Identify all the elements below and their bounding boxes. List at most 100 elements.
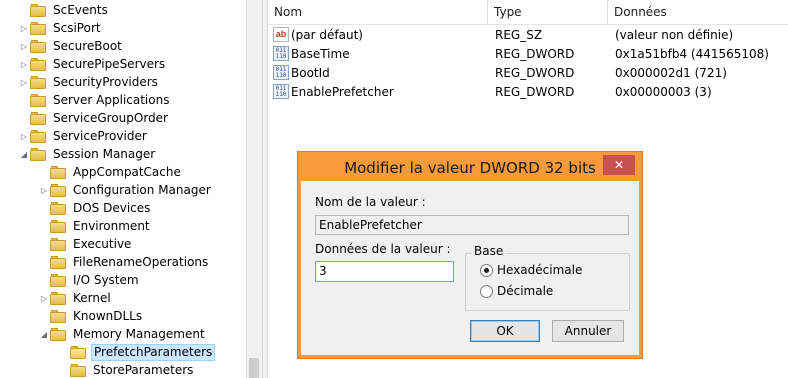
binary-value-icon: 011 110: [273, 46, 289, 61]
folder-icon: [30, 21, 46, 35]
tree-item[interactable]: ▷ ScsiPort: [18, 19, 103, 37]
value-name: EnablePrefetcher: [291, 84, 394, 99]
folder-icon: [50, 309, 66, 323]
folder-icon: [50, 165, 66, 179]
close-button[interactable]: ✕: [603, 155, 635, 175]
folder-icon: [50, 273, 66, 287]
radio-button[interactable]: [480, 284, 493, 298]
base-groupbox: [465, 253, 630, 311]
value-type: REG_SZ: [495, 27, 543, 42]
tree-item[interactable]: Environment: [38, 217, 152, 235]
tree-item[interactable]: ▷ Kernel: [38, 289, 113, 307]
tree-item[interactable]: ▷ SecureBoot: [18, 37, 124, 55]
dialog-titlebar[interactable]: Modifier la valeur DWORD 32 bits ✕: [301, 155, 639, 181]
value-data: 0x00000003 (3): [615, 84, 712, 99]
registry-tree[interactable]: ScEvents ▷ ScsiPort ▷ SecureBoot ▷ SecurePipeS…: [0, 0, 262, 378]
expand-arrow-icon[interactable]: ▷: [18, 127, 30, 145]
folder-icon: [30, 147, 46, 161]
tree-item[interactable]: ScEvents: [18, 1, 110, 19]
tree-item[interactable]: KnownDLLs: [38, 307, 144, 325]
value-row[interactable]: 011 110 BootId REG_DWORD 0x000002d1 (721): [268, 63, 788, 82]
list-header: Nom Type Données: [268, 0, 788, 25]
value-data-label: Données de la valeur :: [315, 242, 451, 256]
tree-item[interactable]: I/O System: [38, 271, 141, 289]
value-name-label: Nom de la valeur :: [315, 195, 426, 209]
folder-icon: [30, 111, 46, 125]
column-header-type[interactable]: Type: [488, 0, 608, 25]
tree-item[interactable]: Executive: [38, 235, 133, 253]
tree-item-label: Configuration Manager: [73, 183, 211, 197]
radio-button-checked[interactable]: [480, 263, 493, 277]
folder-icon: [30, 57, 46, 71]
tree-item[interactable]: FileRenameOperations: [38, 253, 210, 271]
cancel-button[interactable]: Annuler: [552, 320, 624, 342]
value-data-input[interactable]: 3: [315, 261, 454, 282]
tree-item[interactable]: ▷ ServiceProvider: [18, 127, 149, 145]
value-name: BootId: [291, 65, 330, 80]
value-data: 0x1a51bfb4 (441565108): [615, 46, 769, 61]
value-row[interactable]: ab (par défaut) REG_SZ (valeur non défin…: [268, 25, 788, 44]
tree-item[interactable]: ▷ SecurityProviders: [18, 73, 160, 91]
value-type: REG_DWORD: [495, 46, 575, 61]
tree-item-label: Server Applications: [53, 93, 170, 107]
tree-item[interactable]: PrefetchParameters: [58, 343, 216, 361]
binary-value-icon: 011 110: [273, 84, 289, 99]
folder-icon: [30, 3, 46, 17]
expand-arrow-icon[interactable]: ▷: [18, 37, 30, 55]
tree-item[interactable]: ▷ Configuration Manager: [38, 181, 213, 199]
tree-item[interactable]: StoreParameters: [58, 361, 195, 378]
tree-item-label: Kernel: [73, 291, 111, 305]
tree-item[interactable]: DOS Devices: [38, 199, 152, 217]
tree-item-label: SecurityProviders: [53, 75, 158, 89]
value-name: BaseTime: [291, 46, 350, 61]
collapse-arrow-icon[interactable]: ◢: [18, 145, 30, 163]
tree-item[interactable]: ▷ SecurePipeServers: [18, 55, 167, 73]
folder-icon: [30, 75, 46, 89]
folder-icon: [50, 255, 66, 269]
tree-item-label: DOS Devices: [73, 201, 151, 215]
value-row[interactable]: 011 110 EnablePrefetcher REG_DWORD 0x0000…: [268, 82, 788, 101]
string-value-icon: ab: [273, 27, 289, 42]
expand-arrow-icon[interactable]: ▷: [18, 19, 30, 37]
radio-decimal-label: Décimale: [497, 284, 554, 298]
expand-arrow-icon[interactable]: ▷: [38, 181, 50, 199]
collapse-arrow-icon[interactable]: ◢: [38, 325, 50, 343]
expand-arrow-icon[interactable]: ▷: [18, 73, 30, 91]
edit-dword-dialog: Modifier la valeur DWORD 32 bits ✕ Nom d…: [297, 151, 643, 359]
dialog-title: Modifier la valeur DWORD 32 bits: [344, 159, 596, 177]
radio-decimal[interactable]: Décimale: [480, 284, 553, 298]
tree-item[interactable]: ServiceGroupOrder: [18, 109, 170, 127]
radio-hexadecimal[interactable]: Hexadécimale: [480, 263, 582, 277]
tree-item[interactable]: ◢ Session Manager: [18, 145, 157, 163]
tree-item-label: I/O System: [73, 273, 139, 287]
tree-item-label: KnownDLLs: [73, 309, 143, 323]
folder-icon: [50, 219, 66, 233]
tree-item-label: ServiceProvider: [53, 129, 147, 143]
tree-item-label: FileRenameOperations: [73, 255, 209, 269]
value-row[interactable]: 011 110 BaseTime REG_DWORD 0x1a51bfb4 (44…: [268, 44, 788, 63]
column-header-name[interactable]: Nom: [268, 0, 488, 25]
expand-arrow-icon[interactable]: ▷: [18, 55, 30, 73]
tree-item-label: SecurePipeServers: [53, 57, 166, 71]
tree-item[interactable]: ◢ Memory Management: [38, 325, 207, 343]
tree-item[interactable]: AppCompatCache: [38, 163, 183, 181]
tree-item-label: AppCompatCache: [73, 165, 181, 179]
dialog-window: Modifier la valeur DWORD 32 bits ✕ Nom d…: [301, 155, 639, 355]
tree-scrollbar[interactable]: [246, 0, 262, 378]
column-header-data[interactable]: Données: [608, 0, 788, 25]
expand-arrow-icon[interactable]: ▷: [38, 289, 50, 307]
value-data: 0x000002d1 (721): [615, 65, 727, 80]
ok-button[interactable]: OK: [470, 320, 540, 342]
folder-icon: [50, 327, 66, 341]
tree-scrollbar-thumb[interactable]: [249, 358, 259, 378]
tree-item[interactable]: Server Applications: [18, 91, 171, 109]
folder-icon: [30, 129, 46, 143]
